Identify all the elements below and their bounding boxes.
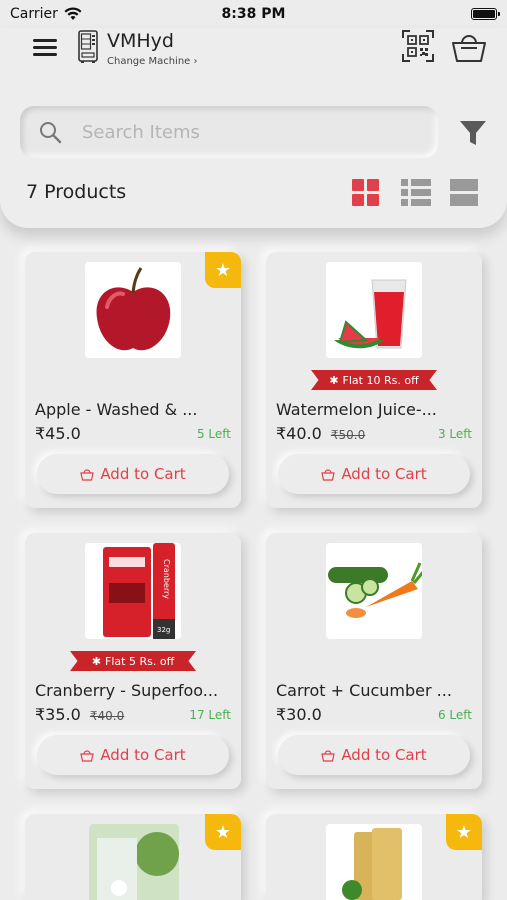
filter-icon[interactable] [458,118,488,148]
product-image-cranberry-bar: Cranberry 32g [85,543,181,639]
add-to-cart-label: Add to Cart [100,746,186,764]
search-icon [40,122,62,144]
discount-icon: ✱ [329,373,339,387]
product-image-carrot-cucumber [326,543,422,639]
product-name: Cranberry - Superfoo... [35,681,219,700]
basket-icon [80,468,95,481]
product-card[interactable]: Cranberry 32g ✱ Flat 5 Rs. off Cranberry… [25,533,241,789]
add-to-cart-label: Add to Cart [341,746,427,764]
add-to-cart-button[interactable]: Add to Cart [278,454,470,494]
price-row: ₹45.0 5 Left [35,424,231,444]
offer-label: Flat 5 Rs. off [105,654,175,668]
stock-label: 5 Left [196,427,231,441]
product-price: ₹30.0 [276,705,322,724]
featured-star-icon: ★ [205,252,241,288]
discount-icon: ✱ [91,654,102,668]
product-name: Apple - Washed & ... [35,400,198,419]
basket-icon [80,749,95,762]
featured-star-icon: ★ [446,814,482,850]
grid-view-icon[interactable] [352,179,380,207]
machine-name[interactable]: VMHyd [107,30,174,52]
basket-icon [321,468,336,481]
basket-icon [321,749,336,762]
price-row: ₹30.0 6 Left [276,705,472,725]
battery-icon [471,8,500,20]
product-card[interactable]: Carrot + Cucumber ... ₹30.0 6 Left Add t… [266,533,482,789]
product-card[interactable]: ✱ Flat 10 Rs. off Watermelon Juice-... ₹… [266,252,482,508]
product-old-price: ₹40.0 [89,709,125,723]
price-row: ₹35.0 ₹40.0 17 Left [35,705,231,725]
product-price: ₹40.0 [276,424,322,443]
vending-machine-icon [78,30,98,63]
menu-icon[interactable] [33,39,57,59]
offer-ribbon: ✱ Flat 10 Rs. off [311,370,437,390]
change-machine-link[interactable]: Change Machine › [107,56,198,67]
product-old-price: ₹50.0 [330,428,366,442]
add-to-cart-button[interactable]: Add to Cart [37,454,229,494]
product-name: Carrot + Cucumber ... [276,681,452,700]
product-price: ₹45.0 [35,424,81,443]
add-to-cart-button[interactable]: Add to Cart [278,735,470,775]
svg-text:Cranberry: Cranberry [162,559,171,599]
add-to-cart-label: Add to Cart [100,465,186,483]
header-panel: VMHyd Change Machine › 7 Products [0,28,507,228]
product-name: Watermelon Juice-... [276,400,437,419]
product-card[interactable]: ★ [25,814,241,900]
product-image-crackers [326,824,422,900]
basket-icon[interactable] [451,30,487,64]
status-bar: Carrier 8:38 PM [0,0,507,28]
price-row: ₹40.0 ₹50.0 3 Left [276,424,472,444]
list-view-icon[interactable] [401,179,431,207]
product-image-watermelon-juice [326,262,422,358]
product-card[interactable]: ★ [266,814,482,900]
product-price: ₹35.0 [35,705,81,724]
stock-label: 3 Left [437,427,472,441]
search-input[interactable] [82,121,402,143]
product-image-apple [85,262,181,358]
svg-text:32g: 32g [157,626,170,634]
product-card[interactable]: ★ Apple - Washed & ... ₹45.0 5 Left Add … [25,252,241,508]
qr-scan-icon[interactable] [402,30,434,62]
product-image-coconut-water [89,824,179,900]
search-box[interactable] [20,106,438,158]
stock-label: 6 Left [437,708,472,722]
add-to-cart-button[interactable]: Add to Cart [37,735,229,775]
products-count: 7 Products [26,181,127,203]
featured-star-icon: ★ [205,814,241,850]
offer-label: Flat 10 Rs. off [342,373,419,387]
offer-ribbon: ✱ Flat 5 Rs. off [70,651,196,671]
status-time: 8:38 PM [221,6,286,22]
add-to-cart-label: Add to Cart [341,465,427,483]
stock-label: 17 Left [189,708,231,722]
large-view-icon[interactable] [450,179,478,207]
